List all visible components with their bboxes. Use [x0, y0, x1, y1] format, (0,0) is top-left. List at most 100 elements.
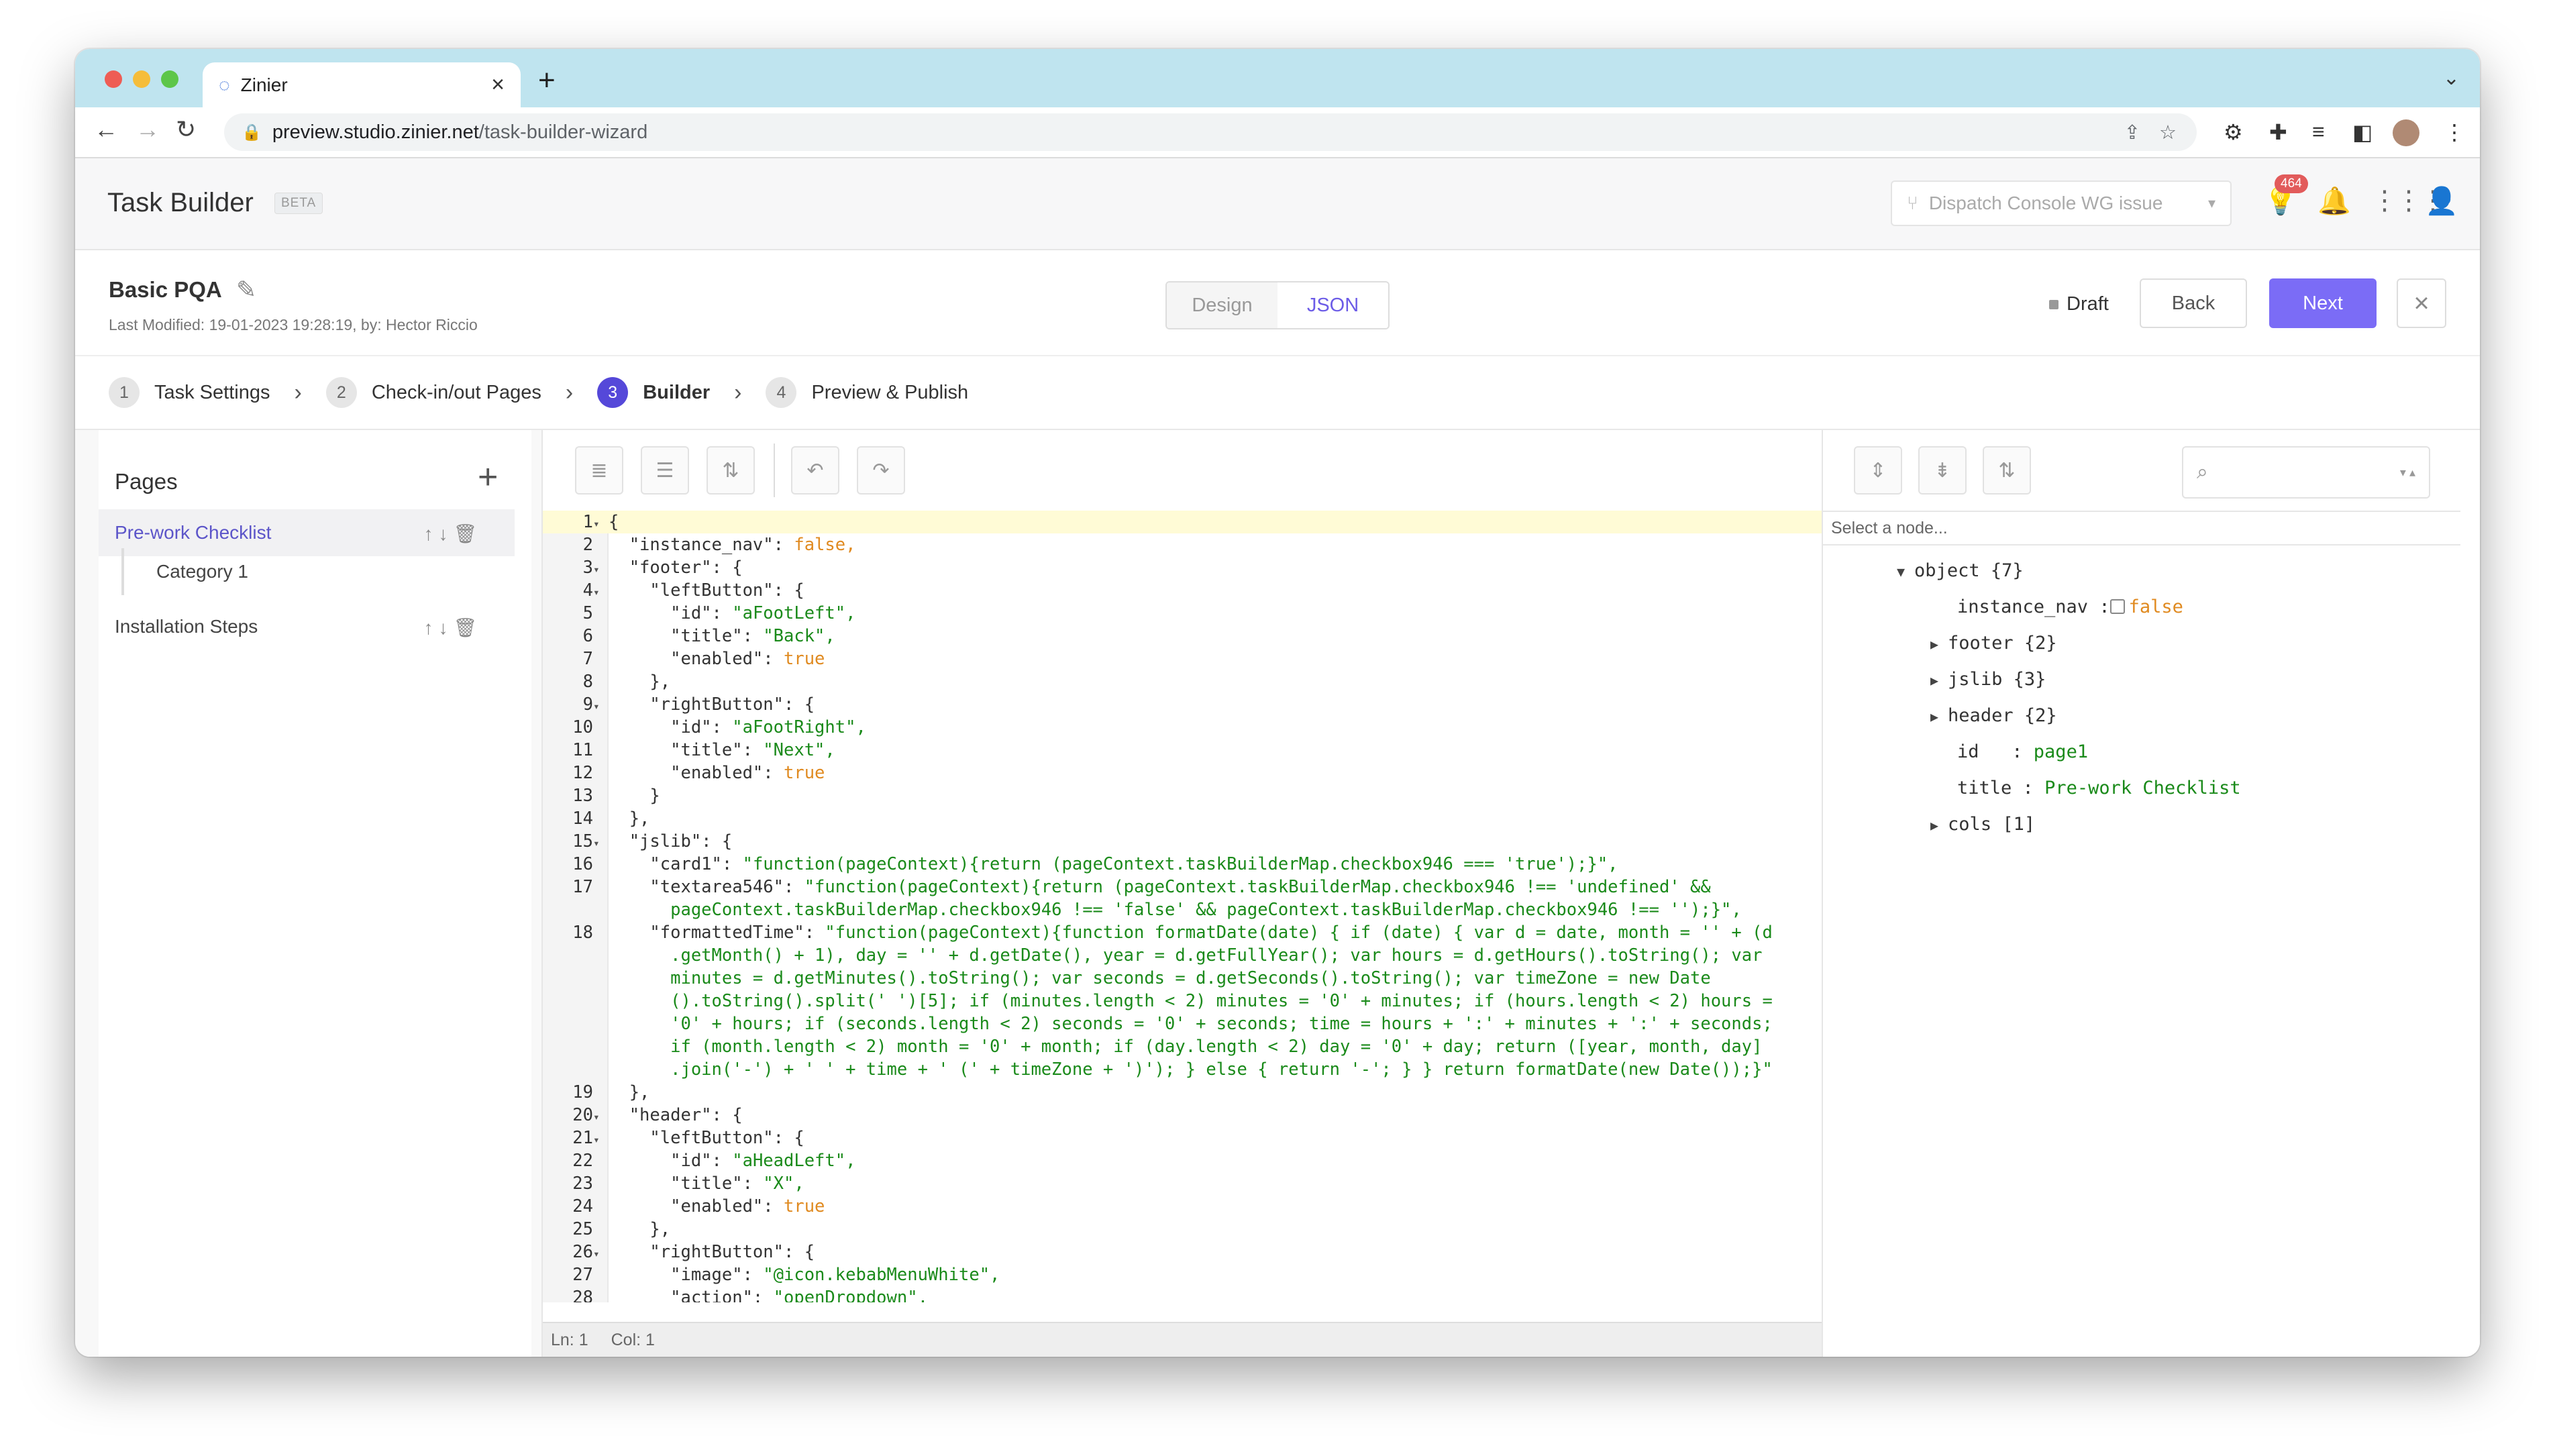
code-text: "enabled": true — [609, 763, 825, 783]
code-line: 2 "instance_nav": false, — [543, 533, 1822, 556]
line-number: 7 — [582, 649, 593, 669]
mode-design-button[interactable]: Design — [1167, 282, 1278, 328]
line-number: 26 — [572, 1242, 593, 1262]
step-label: Task Settings — [154, 381, 270, 403]
back-arrow-icon[interactable]: ← — [94, 115, 118, 144]
fold-arrow-icon[interactable]: ▾ — [593, 581, 609, 604]
code-text: .join('-') + ' ' + time + ' (' + timeZon… — [609, 1059, 1773, 1080]
search-nav-icon[interactable]: ▾ ▴ — [2400, 466, 2415, 480]
browser-tab[interactable]: ◌ Zinier × — [203, 62, 521, 107]
line-indicator: Ln: 1 — [551, 1330, 588, 1349]
fold-arrow-icon[interactable]: ▾ — [593, 1243, 609, 1265]
sub-item-category-1[interactable]: Category 1 — [121, 548, 515, 595]
tree-node-id[interactable]: id : page1 — [1957, 739, 2088, 766]
reload-icon[interactable]: ↻ — [176, 115, 196, 144]
format-json-icon[interactable]: ≣ — [575, 446, 623, 495]
status-dot-icon — [2049, 299, 2058, 309]
move-up-icon[interactable]: ↑ — [423, 523, 438, 544]
sort-icon[interactable]: ⇅ — [1983, 446, 2031, 495]
checkbox-icon[interactable] — [2109, 599, 2125, 614]
step-builder[interactable]: 3 Builder › — [597, 377, 766, 408]
dispatch-select[interactable]: ⑂ Dispatch Console WG issue ▾ — [1891, 180, 2232, 226]
tree-node-label: jslib {3} — [1948, 669, 2046, 690]
code-line: 21▾ "leftButton": { — [543, 1127, 1822, 1149]
move-up-icon[interactable]: ↑ — [423, 617, 438, 638]
add-page-icon[interactable]: + — [478, 457, 498, 497]
forward-arrow-icon[interactable]: → — [136, 115, 160, 144]
tree-node-jslib[interactable]: ▶ jslib {3} — [1930, 666, 2046, 693]
tree-node-title[interactable]: title : Pre-work Checklist — [1957, 775, 2241, 802]
redo-icon[interactable]: ↷ — [857, 446, 905, 495]
close-window-button[interactable] — [105, 70, 122, 88]
undo-icon[interactable]: ↶ — [791, 446, 839, 495]
browser-menu-icon[interactable]: ⋮ — [2444, 119, 2465, 145]
code-line: 4▾ "leftButton": { — [543, 579, 1822, 602]
mode-json-button[interactable]: JSON — [1278, 282, 1388, 328]
share-icon[interactable]: ⇪ — [2124, 121, 2140, 144]
line-number: 17 — [572, 877, 593, 897]
back-button[interactable]: Back — [2140, 278, 2247, 328]
node-path-select[interactable]: Select a node... — [1823, 511, 2460, 545]
line-number: 15 — [572, 831, 593, 851]
code-line: 18 "formattedTime": "function(pageContex… — [543, 921, 1822, 944]
extension-gear-icon[interactable]: ⚙ — [2224, 119, 2243, 145]
fold-arrow-icon[interactable]: ▾ — [593, 1129, 609, 1151]
code-line: 11 "title": "Next", — [543, 739, 1822, 762]
code-line: 25 }, — [543, 1218, 1822, 1241]
move-down-icon[interactable]: ↓ — [438, 523, 453, 544]
line-number: 24 — [572, 1196, 593, 1216]
bookmark-star-icon[interactable]: ☆ — [2159, 121, 2177, 144]
fold-arrow-icon[interactable]: ▾ — [593, 1106, 609, 1129]
page-item-installation-steps[interactable]: Installation Steps ↑↓🗑 — [99, 603, 515, 650]
code-text: "rightButton": { — [609, 1242, 815, 1262]
tab-search-chevron-icon[interactable]: ⌄ — [2443, 66, 2460, 90]
move-down-icon[interactable]: ↓ — [438, 617, 453, 638]
fold-arrow-icon[interactable]: ▾ — [593, 513, 609, 535]
user-icon[interactable]: 👤 — [2425, 185, 2458, 217]
code-area[interactable]: 1▾{2 "instance_nav": false, 3▾ "footer": … — [543, 511, 1822, 1302]
minimize-window-button[interactable] — [133, 70, 150, 88]
column-indicator: Col: 1 — [611, 1330, 655, 1349]
close-icon[interactable]: × — [2397, 278, 2446, 328]
tree-node-header[interactable]: ▶ header {2} — [1930, 703, 2057, 729]
trash-icon[interactable]: 🗑 — [453, 523, 482, 544]
chevron-right-icon: › — [734, 379, 742, 405]
tab-close-icon[interactable]: × — [491, 72, 505, 98]
new-tab-icon[interactable]: + — [538, 64, 556, 97]
code-line: 24 "enabled": true — [543, 1195, 1822, 1218]
media-queue-icon[interactable]: ≡ — [2312, 119, 2325, 144]
fold-arrow-icon[interactable]: ▾ — [593, 832, 609, 855]
line-number: 1 — [582, 512, 593, 532]
maximize-window-button[interactable] — [161, 70, 178, 88]
extensions-puzzle-icon[interactable]: ✚ — [2269, 119, 2287, 145]
edit-pencil-icon[interactable]: ✎ — [236, 276, 256, 304]
fold-arrow-icon[interactable]: ▾ — [593, 558, 609, 581]
sort-icon[interactable]: ⇅ — [707, 446, 755, 495]
side-panel-icon[interactable]: ◧ — [2352, 119, 2372, 145]
url-path: /task-builder-wizard — [478, 121, 648, 143]
code-text: "leftButton": { — [609, 580, 804, 601]
tree-node-instance-nav[interactable]: instance_nav : false — [1957, 594, 2183, 621]
code-text: "title": "X", — [609, 1174, 804, 1194]
code-line: .getMonth() + 1), day = '' + d.getDate()… — [543, 944, 1822, 967]
fold-arrow-icon[interactable]: ▾ — [593, 695, 609, 718]
code-text: ().toString().split(' ')[5]; if (minutes… — [609, 991, 1773, 1011]
bell-icon[interactable]: 🔔 — [2317, 185, 2351, 217]
collapse-all-icon[interactable]: ⇟ — [1918, 446, 1967, 495]
tree-root-node[interactable]: ▼ object {7} — [1897, 558, 2024, 584]
step-number: 4 — [766, 377, 797, 408]
browser-profile-avatar[interactable] — [2393, 119, 2419, 146]
expand-all-icon[interactable]: ⇕ — [1854, 446, 1902, 495]
tree-node-footer[interactable]: ▶ footer {2} — [1930, 630, 2057, 657]
address-bar[interactable]: 🔒 preview.studio.zinier.net/task-builder… — [224, 113, 2197, 151]
line-number: 12 — [572, 763, 593, 783]
next-button[interactable]: Next — [2269, 278, 2377, 328]
tree-search-input[interactable]: ⌕ ▾ ▴ — [2182, 446, 2430, 499]
trash-icon[interactable]: 🗑 — [453, 617, 482, 638]
line-number: 3 — [582, 558, 593, 578]
step-task-settings[interactable]: 1 Task Settings › — [109, 377, 326, 408]
step-check-in-out-pages[interactable]: 2 Check-in/out Pages › — [325, 377, 597, 408]
compact-json-icon[interactable]: ☰ — [641, 446, 689, 495]
tree-node-cols[interactable]: ▶ cols [1] — [1930, 811, 2035, 838]
step-preview-publish[interactable]: 4 Preview & Publish — [766, 377, 968, 408]
